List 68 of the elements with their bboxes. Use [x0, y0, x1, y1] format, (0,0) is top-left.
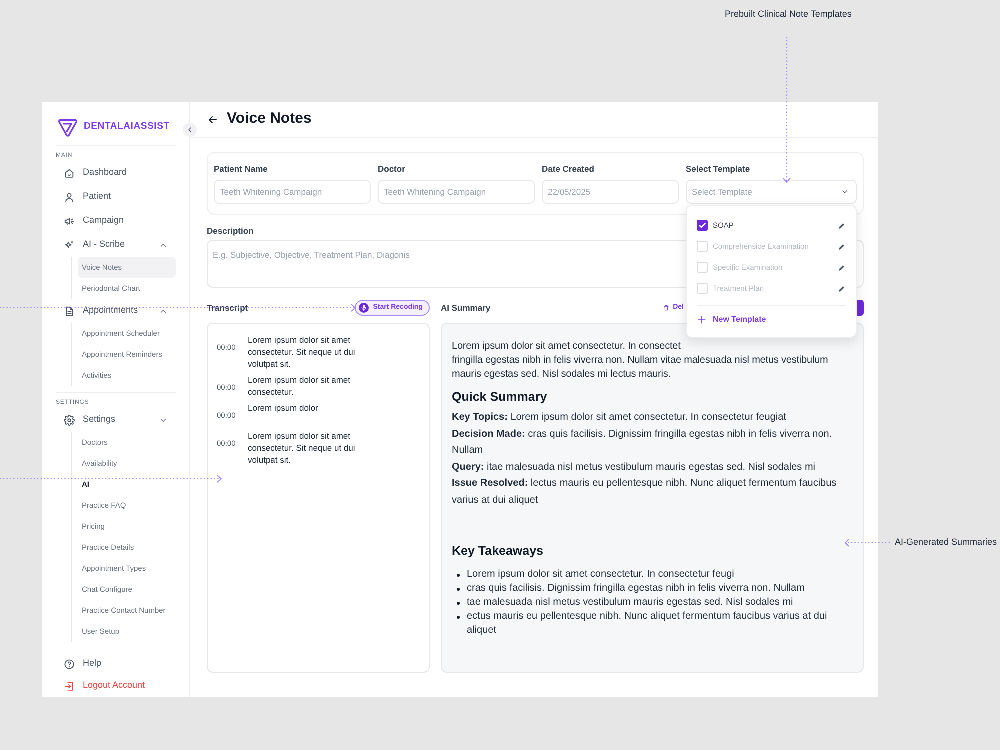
field-label: Description — [207, 225, 254, 238]
summary-text: Lorem ipsum dolor sit amet consectetur. In consectet fringilla egestas nibh in felis viverra non. Nullam vitae malesuada nisl metus vestibulum mauris egestas sed. Nisl sodales mi lectus mauris. — [452, 340, 828, 382]
bullet-icon — [457, 588, 460, 591]
field-label: Doctor — [378, 163, 406, 176]
help-icon — [64, 658, 75, 670]
nav-item[interactable]: Patient — [56, 185, 176, 209]
field-label: Patient Name — [214, 163, 268, 176]
nav-item[interactable]: Logout Account — [56, 675, 176, 697]
bullet-icon — [457, 616, 460, 619]
action-button[interactable] — [857, 300, 864, 316]
page-title: Voice Notes — [227, 109, 312, 130]
bullet-icon — [457, 574, 460, 577]
nav-item[interactable]: Help — [56, 653, 176, 675]
annotation-label: AI-Generated Summaries — [895, 537, 998, 548]
sparkle-icon — [64, 240, 75, 250]
transcript-text: Lorem ipsum dolor sit amet consectetur. Sit neque ut dui volutpat sit. — [248, 334, 356, 370]
nav-item[interactable]: Campaign — [56, 209, 176, 233]
takeaway-text: ectus mauris eu pellentesque nibh. Nunc aliquet fermentum faucibus varius at dui aliquet — [467, 610, 828, 638]
section-heading: Key Takeaways — [452, 543, 544, 560]
takeaway-text: cras quis facilisis. Dignissim fringilla egestas nibh in felis viverra non. Nullam — [467, 582, 805, 596]
bullet-icon — [457, 602, 460, 605]
logout-icon — [64, 680, 75, 692]
home-icon — [64, 168, 75, 178]
logo-icon — [57, 116, 79, 138]
transcript-text: Lorem ipsum dolor sit amet consectetur. — [248, 374, 352, 398]
trash-icon — [663, 304, 670, 312]
panel-title: Transcript — [207, 302, 248, 314]
nav-item[interactable]: AI - Scribe — [56, 233, 176, 257]
annotation-label: Prebuilt Clinical Note Templates — [725, 9, 852, 20]
transcript-text: Lorem ipsum dolor sit amet consectetur. Sit neque ut dui volutpat sit. — [248, 430, 356, 466]
transcript-text: Lorem ipsum dolor — [248, 402, 320, 415]
annotation-arrow — [844, 539, 890, 547]
back-button[interactable] — [207, 114, 219, 126]
text-field[interactable]: 22/05/2025 — [542, 180, 679, 204]
document-icon — [64, 306, 75, 316]
takeaway-text: tae malesuada nisl metus vestibulum mauris egestas sed. Nisl sodales mi — [467, 596, 794, 610]
nav-item[interactable]: Appointments — [56, 299, 176, 323]
takeaway-text: Lorem ipsum dolor sit amet consectetur. In consectetur feugi — [467, 568, 734, 582]
plus-icon — [697, 315, 707, 325]
pencil-icon[interactable] — [838, 222, 846, 230]
megaphone-icon — [64, 216, 75, 226]
checkbox[interactable] — [697, 241, 708, 252]
checkbox[interactable] — [697, 262, 708, 273]
logo-text: DENTALAIASSIST — [84, 120, 170, 134]
text-field[interactable]: Teeth Whitening Campaign — [378, 180, 535, 204]
microphone-icon — [359, 303, 370, 313]
new-template-button[interactable]: New Template — [697, 310, 766, 330]
checkbox[interactable] — [697, 283, 708, 294]
checkbox[interactable] — [697, 220, 708, 231]
field-label: Date Created — [542, 163, 594, 176]
nav-item[interactable]: Settings — [56, 408, 176, 432]
summary-fact: Query: itae malesuada nisl metus vestibulum mauris egestas sed. Nisl sodales mi — [452, 460, 816, 474]
summary-fact: Issue Resolved: lectus mauris eu pellentesque nibh. Nunc aliquet fermentum faucibus varius at dui aliquet — [452, 477, 838, 508]
text-field[interactable]: Teeth Whitening Campaign — [214, 180, 371, 204]
section-heading: Quick Summary — [452, 389, 548, 406]
pencil-icon[interactable] — [838, 264, 846, 272]
chevron-down-icon — [841, 188, 849, 196]
chevron-left-icon — [186, 126, 194, 134]
summary-fact: Key Topics: Lorem ipsum dolor sit amet consectetur. In consectetur feugiat — [452, 411, 786, 425]
arrow-left-icon — [207, 114, 219, 126]
pencil-icon[interactable] — [838, 242, 846, 250]
user-icon — [64, 192, 75, 202]
gear-icon — [64, 414, 75, 426]
field-label: Select Template — [686, 163, 750, 176]
panel-title: AI Summary — [441, 302, 491, 314]
pencil-icon[interactable] — [838, 284, 846, 292]
collapse-button[interactable] — [183, 123, 197, 137]
nav-item[interactable]: Dashboard — [56, 161, 176, 185]
